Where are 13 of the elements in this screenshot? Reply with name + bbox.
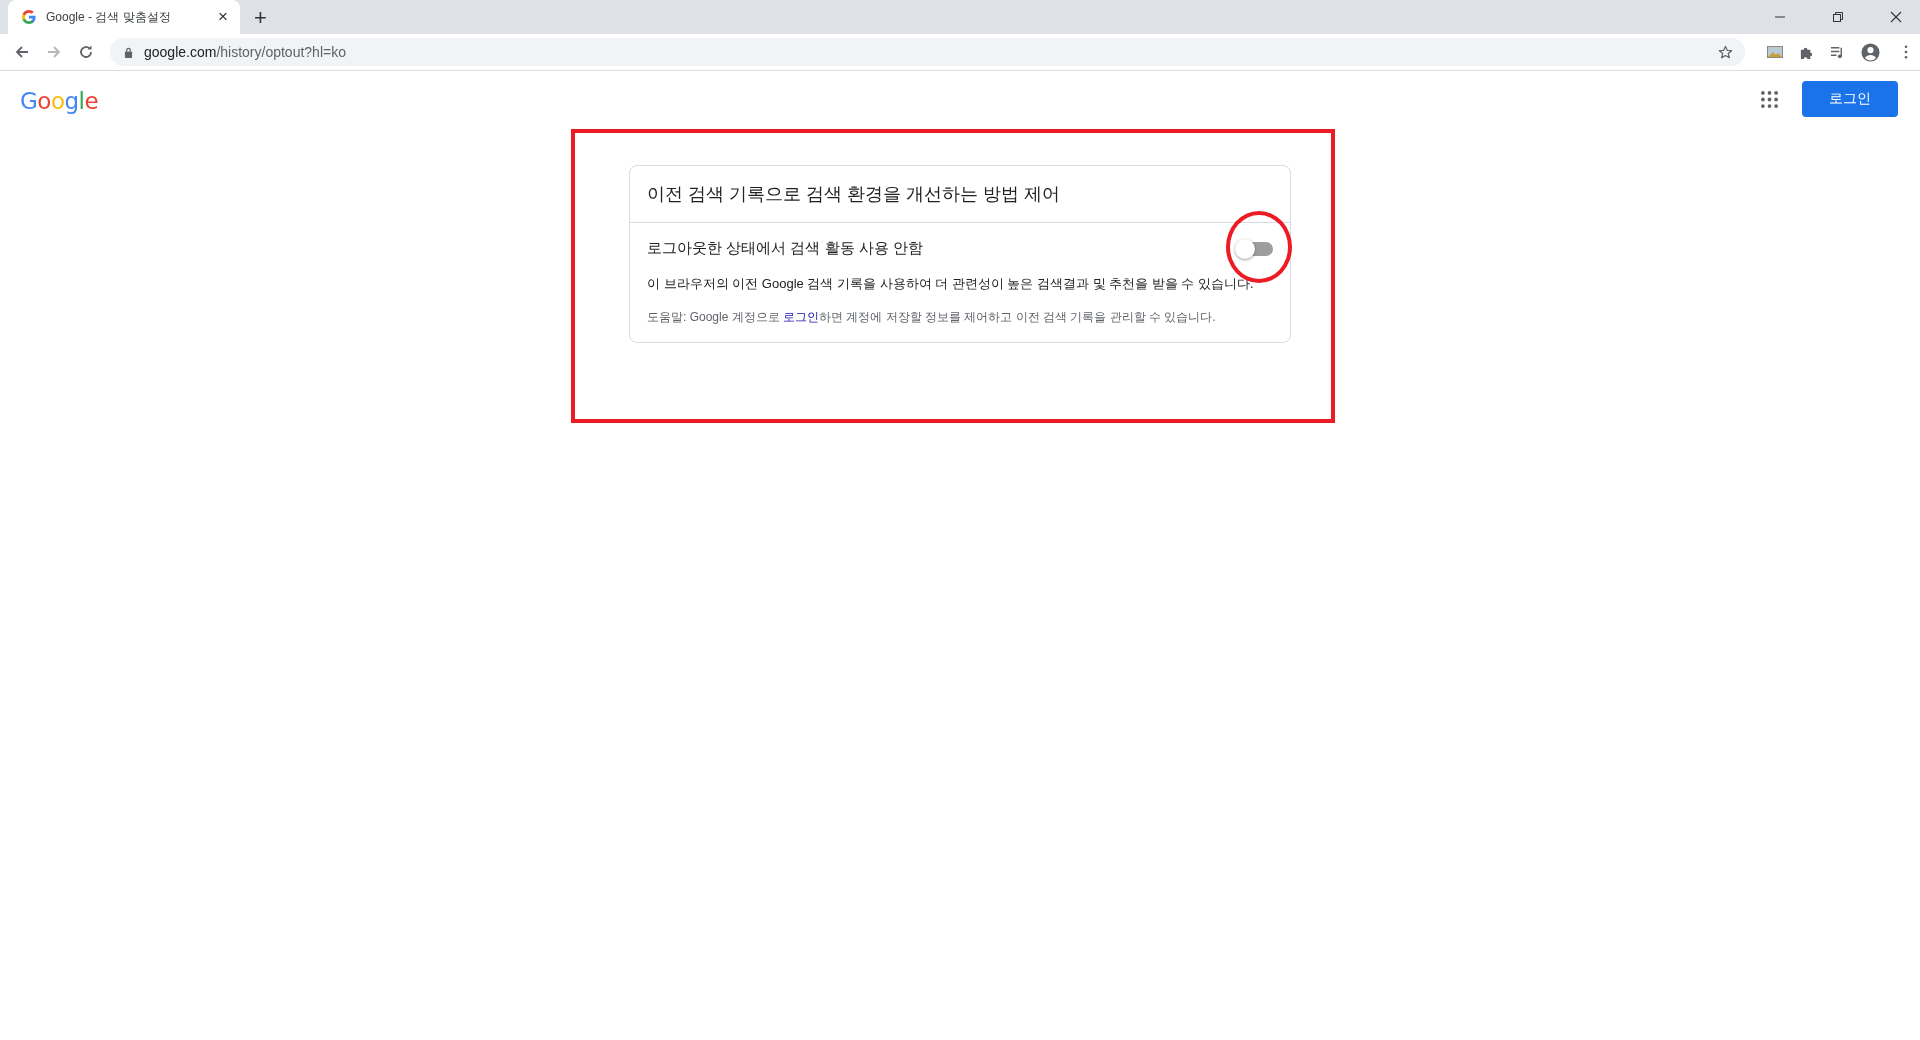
address-bar[interactable]: google.com/history/optout?hl=ko <box>110 38 1745 66</box>
new-tab-button[interactable]: + <box>248 6 273 30</box>
card-title: 이전 검색 기록으로 검색 환경을 개선하는 방법 제어 <box>630 166 1290 223</box>
url-text: google.com/history/optout?hl=ko <box>144 44 346 60</box>
help-text: 도움말: Google 계정으로 로그인하면 계정에 저장할 정보를 제어하고 이전 검색 기록을 관리할 수 있습니다. <box>647 309 1217 326</box>
login-button[interactable]: 로그인 <box>1802 81 1898 117</box>
login-link[interactable]: 로그인 <box>783 310 820 324</box>
google-logo[interactable]: Google <box>20 88 99 114</box>
setting-label: 로그아웃한 상태에서 검색 활동 사용 안함 <box>647 239 923 258</box>
description-text: 이 브라우저의 이전 Google 검색 기록을 사용하여 더 관련성이 높은 검색결과 및 추천을 받을 수 있습니다. <box>647 275 1255 293</box>
browser-tab[interactable]: Google - 검색 맞춤설정 × <box>8 0 240 34</box>
close-tab-button[interactable]: × <box>214 7 232 27</box>
tab-title: Google - 검색 맞춤설정 <box>46 8 172 26</box>
